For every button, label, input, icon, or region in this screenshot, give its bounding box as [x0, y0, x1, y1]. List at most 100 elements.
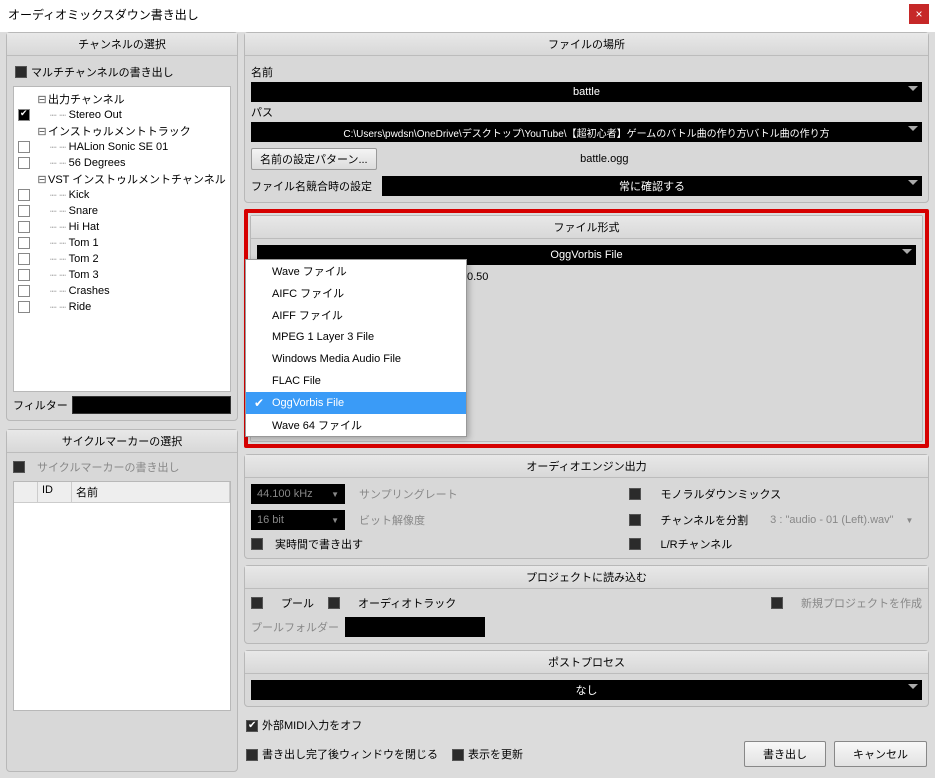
new-project-label: 新規プロジェクトを作成 [801, 595, 922, 611]
file-format-option[interactable]: ✔OggVorbis File [246, 392, 466, 414]
tree-checkbox[interactable] [18, 253, 30, 265]
chevron-down-icon[interactable]: ▼ [331, 490, 339, 499]
tree-row[interactable]: ┈┈ Crashes [18, 283, 226, 299]
tree-checkbox[interactable] [18, 157, 30, 169]
tree-checkbox[interactable] [18, 109, 30, 121]
tree-row[interactable]: ┈┈ Ride [18, 299, 226, 315]
preview-filename: battle.ogg [385, 153, 824, 165]
channel-selection-header: チャンネルの選択 [7, 33, 237, 56]
lr-channel-checkbox[interactable] [629, 538, 641, 550]
pool-folder-input[interactable] [345, 617, 485, 637]
file-format-dropdown-menu[interactable]: Wave ファイルAIFC ファイルAIFF ファイルMPEG 1 Layer … [245, 259, 467, 437]
file-format-option[interactable]: AIFF ファイル [246, 304, 466, 326]
chevron-down-icon[interactable]: ▼ [331, 516, 339, 525]
name-input[interactable]: battle [251, 82, 922, 102]
tree-row[interactable]: ⊟ 出力チャンネル [18, 91, 226, 107]
tree-checkbox[interactable] [18, 221, 30, 233]
cancel-button[interactable]: キャンセル [834, 741, 927, 767]
tree-row[interactable]: ┈┈ Tom 3 [18, 267, 226, 283]
file-location-header: ファイルの場所 [245, 33, 928, 56]
tree-checkbox[interactable] [18, 189, 30, 201]
mono-downmix-label: モノラルダウンミックス [661, 486, 923, 502]
post-process-dropdown-icon[interactable] [908, 684, 918, 689]
tree-checkbox[interactable] [18, 285, 30, 297]
tree-twisty-icon[interactable]: ⊟ [36, 93, 48, 106]
path-label: パス [251, 102, 922, 122]
samplerate-value[interactable]: 44.100 kHz▼ [251, 484, 345, 504]
conflict-dropdown-icon[interactable] [908, 180, 918, 185]
tree-row[interactable]: ┈┈ Tom 1 [18, 235, 226, 251]
file-format-dropdown-icon[interactable] [902, 249, 912, 254]
tree-checkbox[interactable] [18, 205, 30, 217]
tree-row[interactable]: ┈┈ Snare [18, 203, 226, 219]
file-format-option[interactable]: Wave 64 ファイル [246, 414, 466, 436]
split-channels-checkbox[interactable] [629, 514, 641, 526]
ext-midi-off-label: 外部MIDI入力をオフ [262, 720, 362, 732]
col-name: 名前 [72, 482, 230, 502]
file-format-option[interactable]: AIFC ファイル [246, 282, 466, 304]
realtime-export-label: 実時間で書き出す [275, 536, 363, 552]
name-pattern-button[interactable]: 名前の設定パターン... [251, 148, 377, 170]
name-label: 名前 [251, 62, 922, 82]
tree-twisty-icon[interactable]: ⊟ [36, 125, 48, 138]
tree-item-label: Stereo Out [69, 109, 122, 121]
tree-item-label: 出力チャンネル [48, 91, 125, 107]
new-project-checkbox[interactable] [771, 597, 783, 609]
path-input[interactable]: C:\Users\pwdsn\OneDrive\デスクトップ\YouTube\【… [251, 122, 922, 142]
filter-label: フィルター [13, 397, 68, 413]
multichannel-export-row[interactable]: マルチチャンネルの書き出し [13, 62, 231, 86]
file-format-option[interactable]: FLAC File [246, 370, 466, 392]
tree-item-label: Kick [69, 189, 90, 201]
tree-checkbox[interactable] [18, 301, 30, 313]
close-after-export-checkbox[interactable] [246, 749, 258, 761]
tree-row[interactable]: ┈┈ Kick [18, 187, 226, 203]
audio-engine-panel: オーディオエンジン出力 44.100 kHz▼ サンプリングレート モノラルダウ… [244, 454, 929, 559]
tree-row[interactable]: ┈┈ Stereo Out [18, 107, 226, 123]
post-process-panel: ポストプロセス なし [244, 650, 929, 707]
tree-row[interactable]: ┈┈ HALion Sonic SE 01 [18, 139, 226, 155]
split-scheme[interactable]: 3 : "audio - 01 (Left).wav" [770, 514, 893, 526]
tree-twisty-icon[interactable]: ⊟ [36, 173, 48, 186]
tree-checkbox[interactable] [18, 269, 30, 281]
export-button[interactable]: 書き出し [744, 741, 826, 767]
tree-item-label: Hi Hat [69, 221, 100, 233]
realtime-export-checkbox[interactable] [251, 538, 263, 550]
cycle-marker-export-checkbox[interactable] [13, 461, 25, 473]
mono-downmix-checkbox[interactable] [629, 488, 641, 500]
tree-row[interactable]: ┈┈ 56 Degrees [18, 155, 226, 171]
file-format-selected: OggVorbis File [550, 249, 622, 261]
post-process-dropdown[interactable]: なし [251, 680, 922, 700]
update-display-checkbox[interactable] [452, 749, 464, 761]
conflict-dropdown[interactable]: 常に確認する [382, 176, 922, 196]
tree-checkbox[interactable] [18, 141, 30, 153]
channel-selection-panel: チャンネルの選択 マルチチャンネルの書き出し ⊟ 出力チャンネル┈┈ Stere… [6, 32, 238, 421]
window-close-button[interactable]: × [909, 4, 929, 24]
ext-midi-off-checkbox[interactable] [246, 720, 258, 732]
dialog-title: オーディオミックスダウン書き出し [8, 6, 199, 23]
file-location-panel: ファイルの場所 名前 battle パス C:\Users\pwdsn\OneD… [244, 32, 929, 203]
tree-item-label: Tom 1 [69, 237, 99, 249]
file-format-option[interactable]: Wave ファイル [246, 260, 466, 282]
tree-row[interactable]: ┈┈ Hi Hat [18, 219, 226, 235]
audio-engine-header: オーディオエンジン出力 [245, 455, 928, 478]
tree-row[interactable]: ⊟ インストゥルメントトラック [18, 123, 226, 139]
pool-checkbox[interactable] [251, 597, 263, 609]
tree-row[interactable]: ┈┈ Tom 2 [18, 251, 226, 267]
audio-track-checkbox[interactable] [328, 597, 340, 609]
file-format-option[interactable]: Windows Media Audio File [246, 348, 466, 370]
tree-checkbox[interactable] [18, 237, 30, 249]
tree-row[interactable]: ⊟ VST インストゥルメントチャンネル [18, 171, 226, 187]
file-format-option[interactable]: MPEG 1 Layer 3 File [246, 326, 466, 348]
chevron-down-icon[interactable]: ▼ [906, 516, 914, 525]
bitdepth-value[interactable]: 16 bit▼ [251, 510, 345, 530]
conflict-label: ファイル名競合時の設定 [251, 178, 372, 194]
name-dropdown-icon[interactable] [908, 86, 918, 91]
filter-input[interactable] [72, 396, 231, 414]
channel-tree[interactable]: ⊟ 出力チャンネル┈┈ Stereo Out⊟ インストゥルメントトラック┈┈ … [13, 86, 231, 392]
cycle-marker-list[interactable]: ID 名前 [13, 481, 231, 711]
multichannel-export-checkbox[interactable] [15, 66, 27, 78]
tree-item-label: Snare [69, 205, 98, 217]
tree-item-label: 56 Degrees [69, 157, 126, 169]
path-dropdown-icon[interactable] [908, 126, 918, 131]
col-id: ID [38, 482, 72, 502]
